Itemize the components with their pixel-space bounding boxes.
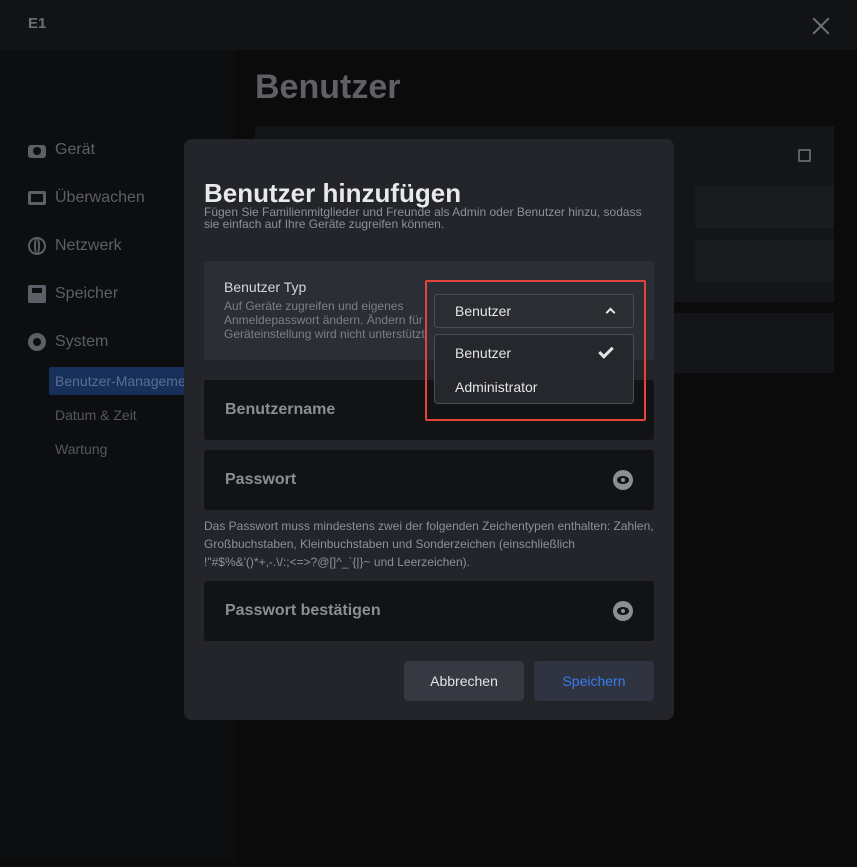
sidebar-item-ueberwachen[interactable]: Überwachen (28, 186, 145, 210)
sidebar-subitem-datum-zeit[interactable]: Datum & Zeit (55, 407, 137, 423)
camera-icon (28, 145, 46, 158)
username-placeholder: Benutzername (225, 401, 336, 418)
chevron-up-icon (605, 307, 616, 318)
sidebar-item-label: Gerät (55, 141, 96, 158)
password-placeholder: Passwort (225, 471, 297, 488)
confirm-password-field[interactable]: Passwort bestätigen (204, 581, 654, 641)
password-hint: Das Passwort muss mindestens zwei der fo… (204, 519, 654, 569)
save-button[interactable]: Speichern (534, 661, 654, 701)
sidebar-item-netzwerk[interactable]: Netzwerk (28, 234, 122, 258)
storage-icon (28, 285, 46, 303)
checkmark-icon (598, 343, 614, 359)
title-bar: E1 (0, 0, 857, 50)
user-type-menu: Benutzer Administrator (434, 334, 634, 404)
gear-icon (28, 333, 46, 351)
confirm-password-placeholder: Passwort bestätigen (225, 602, 381, 619)
user-row (695, 240, 834, 282)
sidebar-item-label: Netzwerk (55, 237, 122, 254)
user-row (695, 186, 834, 228)
globe-icon (28, 237, 46, 255)
dialog-subtitle: Fügen Sie Familienmitglieder und Freunde… (204, 205, 642, 231)
sidebar-item-label: Überwachen (55, 189, 145, 206)
sidebar-item-label: Speicher (55, 285, 119, 302)
show-password-icon[interactable] (613, 470, 633, 490)
sidebar-item-system[interactable]: System (28, 330, 108, 354)
sidebar-item-speicher[interactable]: Speicher (28, 282, 118, 306)
user-type-select[interactable]: Benutzer (434, 294, 634, 328)
page-title: Benutzer (255, 68, 401, 106)
menu-item-label: Benutzer (455, 345, 512, 361)
user-type-selected-value: Benutzer (455, 303, 512, 319)
description-line: Auf Geräte zugreifen und eigenes (224, 299, 404, 313)
user-type-label: Benutzer Typ (224, 279, 307, 295)
show-confirm-password-icon[interactable] (613, 601, 633, 621)
sidebar-subitem-wartung[interactable]: Wartung (55, 441, 107, 457)
edit-icon[interactable] (798, 149, 811, 162)
user-type-description: Auf Geräte zugreifen und eigenes Anmelde… (224, 299, 429, 341)
cancel-button[interactable]: Abbrechen (404, 661, 524, 701)
description-line: Geräteinstellung wird nicht unterstützt. (224, 327, 429, 341)
menu-item-label: Administrator (455, 379, 538, 395)
sidebar-item-geraet[interactable]: Gerät (28, 138, 95, 162)
add-user-dialog: Benutzer hinzufügen Fügen Sie Familienmi… (184, 139, 674, 720)
password-field[interactable]: Passwort (204, 450, 654, 510)
menu-item-administrator[interactable]: Administrator (435, 370, 633, 404)
close-icon[interactable] (810, 15, 832, 37)
menu-item-benutzer[interactable]: Benutzer (435, 336, 633, 370)
sidebar-item-label: System (55, 333, 109, 350)
app-title: E1 (28, 15, 47, 32)
description-line: Anmeldepasswort ändern. Ändern für (224, 313, 423, 327)
monitor-icon (28, 191, 46, 205)
